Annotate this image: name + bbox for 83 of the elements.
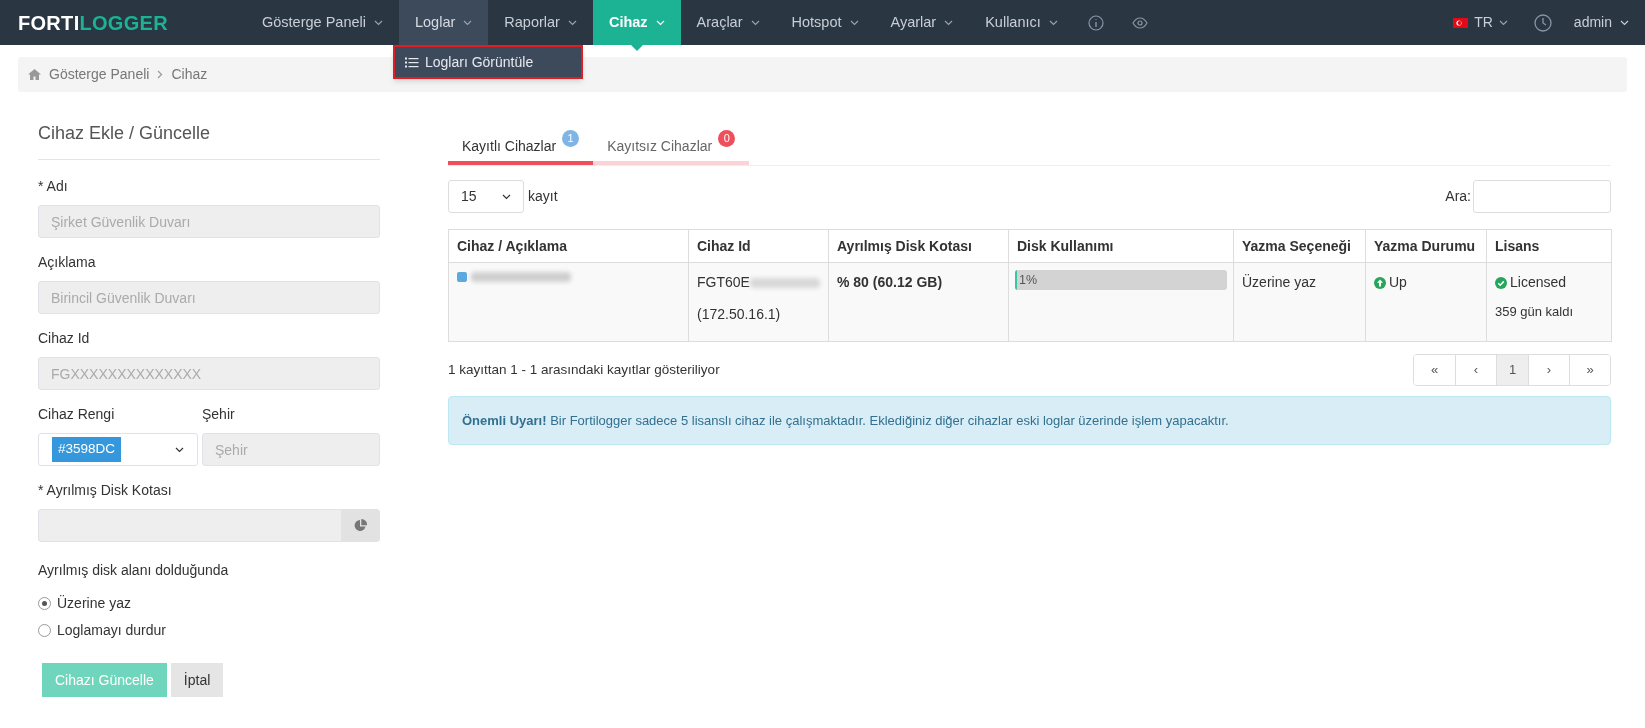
- field-label: Açıklama: [38, 253, 97, 272]
- quota-field[interactable]: [38, 509, 380, 542]
- table-cell-text: Up: [1389, 273, 1407, 292]
- column-header: Ayrılmış Disk Kotası: [828, 229, 1009, 263]
- field-label: * Ayrılmış Disk Kotası: [38, 481, 173, 500]
- nav-menu-item[interactable]: Raporlar: [488, 0, 593, 45]
- tab[interactable]: Kayıtlı Cihazlar 1: [448, 130, 594, 165]
- caret-icon: [849, 19, 859, 26]
- active-pointer-icon: [630, 45, 643, 51]
- page-button[interactable]: »: [1569, 355, 1610, 385]
- table-cell-text: Licensed: [1510, 273, 1567, 292]
- count-badge: 0: [718, 130, 736, 147]
- info-icon: [1087, 14, 1104, 31]
- field-label: * Adı: [38, 177, 69, 196]
- page-length-select[interactable]: 15: [448, 180, 524, 213]
- dropdown-item[interactable]: Logları Görüntüle: [395, 47, 581, 77]
- breadcrumb-link[interactable]: Cihaz: [171, 64, 208, 85]
- search-label: Ara:: [1445, 187, 1471, 206]
- nav-menu-item[interactable]: Ayarlar: [874, 0, 970, 45]
- caret-icon: [502, 193, 511, 200]
- column-header: Lisans: [1486, 229, 1612, 263]
- language-selector[interactable]: TR: [1453, 12, 1508, 33]
- caret-icon: [655, 19, 665, 26]
- caret-icon: [567, 19, 577, 26]
- nav-menu-item[interactable]: Gösterge Paneli: [246, 0, 399, 45]
- table-cell-text: (172.50.16.1): [697, 305, 782, 324]
- table-info: 1 kayıttan 1 - 1 arasındaki kayıtlar gösteriliyor: [448, 360, 720, 379]
- radio-label: Loglamayı durdur: [57, 621, 166, 640]
- breadcrumb-link[interactable]: Gösterge Paneli: [49, 64, 150, 85]
- text-field[interactable]: Şirket Güvenlik Duvarı: [38, 205, 380, 238]
- caret-icon: [175, 446, 184, 453]
- list-icon: [405, 56, 419, 68]
- brand-logo[interactable]: FORTILOGGER: [18, 0, 246, 45]
- pie-chart-icon: [353, 519, 367, 532]
- radio-button[interactable]: [38, 624, 51, 637]
- radio-button[interactable]: [38, 597, 51, 610]
- caret-icon: [463, 19, 473, 26]
- text-field[interactable]: Şehir: [202, 433, 380, 466]
- page-button[interactable]: 1: [1496, 355, 1528, 385]
- text-field[interactable]: Birincil Güvenlik Duvarı: [38, 281, 380, 314]
- table-cell: Üzerine yaz: [1242, 274, 1316, 290]
- column-header: Cihaz / Açıklama: [448, 229, 689, 263]
- home-icon: [28, 69, 41, 80]
- nav-menu-item[interactable]: Araçlar: [680, 0, 776, 45]
- redacted-text: [749, 277, 820, 288]
- caret-icon: [374, 19, 383, 26]
- table-cell-text: 359 gün kaldı: [1495, 303, 1575, 321]
- eye-icon: [1131, 16, 1148, 29]
- table-cell: % 80 (60.12 GB): [837, 274, 943, 290]
- field-label: Cihaz Rengi: [38, 405, 116, 424]
- caret-icon: [1620, 19, 1629, 26]
- user-menu[interactable]: admin: [1573, 12, 1629, 33]
- column-header: Disk Kullanımı: [1008, 229, 1234, 263]
- form-title: Cihaz Ekle / Güncelle: [38, 120, 380, 160]
- column-header: Yazma Seçeneği: [1233, 229, 1366, 263]
- up-arrow-icon: [1374, 276, 1386, 289]
- field-label: Şehir: [202, 405, 236, 424]
- warning-alert: Önemli Uyarı! Bir Fortilogger sadece 5 lisanslı cihaz ile çalışmaktadır. Eklediğiniz diğer cihazlar eski loglar üzerinde işlem yapacaktır.: [448, 396, 1611, 445]
- color-chip: #3598DC: [52, 437, 122, 462]
- count-badge: 1: [562, 130, 580, 147]
- cancel-button[interactable]: İptal: [170, 663, 224, 697]
- radio-label: Üzerine yaz: [57, 594, 131, 613]
- clock-icon[interactable]: [1533, 13, 1552, 32]
- page-length-label: kayıt: [528, 187, 558, 206]
- caret-icon: [944, 19, 954, 26]
- field-label: Cihaz Id: [38, 329, 91, 348]
- nav-menu-item[interactable]: Kullanıcı: [969, 0, 1074, 45]
- tab[interactable]: Kayıtsız Cihazlar 0: [593, 130, 750, 165]
- search-field[interactable]: [1473, 180, 1611, 213]
- caret-icon: [1498, 19, 1508, 26]
- flag-icon: [1453, 17, 1469, 28]
- nav-menu-item[interactable]: Hotspot: [775, 0, 875, 45]
- nav-menu-item[interactable]: Loglar: [399, 0, 489, 45]
- chevron-right-icon: [157, 70, 164, 79]
- text-field[interactable]: FGXXXXXXXXXXXXXX: [38, 357, 380, 390]
- caret-icon: [750, 19, 760, 26]
- progress-reading: 1%: [1019, 272, 1038, 289]
- column-header: Cihaz Id: [688, 229, 829, 263]
- column-header: Yazma Durumu: [1365, 229, 1487, 263]
- check-circle-icon: [1495, 276, 1507, 289]
- caret-icon: [1048, 19, 1058, 26]
- table-cell-text: FGT60E: [697, 273, 750, 292]
- field-label: Ayrılmış disk alanı dolduğunda: [38, 561, 230, 580]
